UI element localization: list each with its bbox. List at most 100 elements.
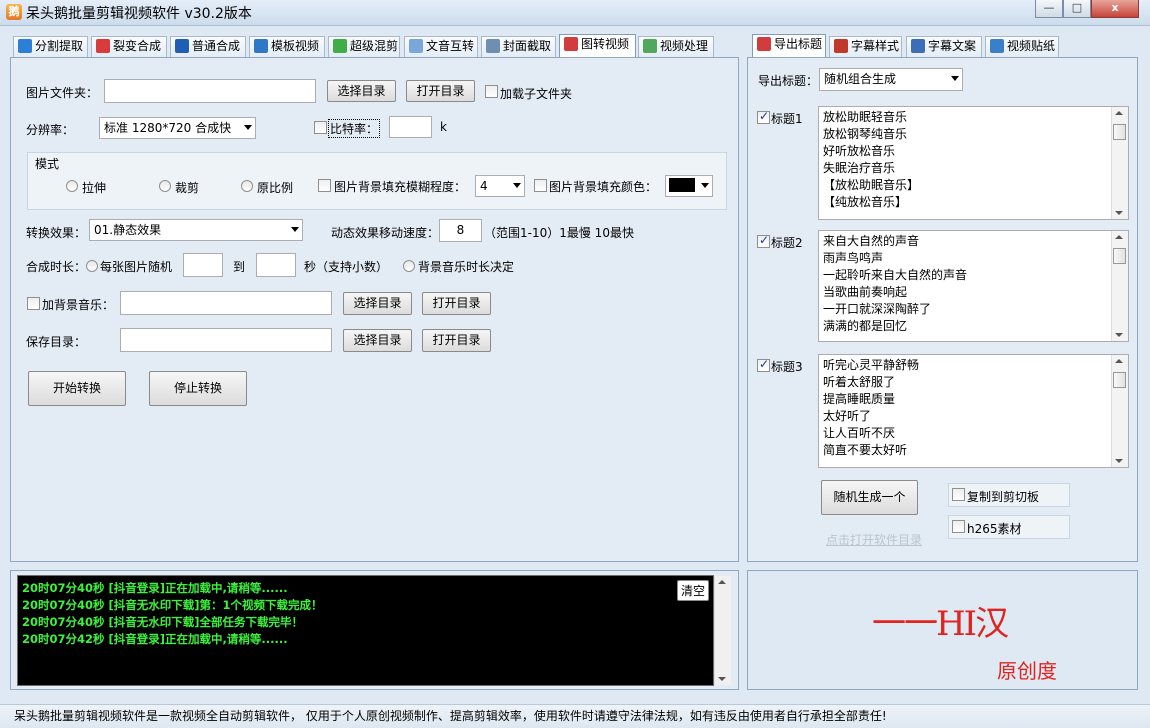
duration-max-input[interactable] — [256, 253, 296, 277]
title1-line: 【放松助眠音乐】 — [823, 178, 920, 192]
h265-checkbox[interactable] — [952, 520, 965, 533]
title-bar: 鹅 呆头鹅批量剪辑视频软件 v30.2版本 — □ x — [0, 0, 1150, 26]
tab-image-to-video[interactable]: 图转视频 — [559, 34, 636, 58]
title3-line: 听着太舒服了 — [823, 375, 896, 389]
minimize-button[interactable]: — — [1035, 0, 1063, 18]
title1-label: 标题1 — [771, 112, 803, 126]
title2-textarea[interactable]: 来自大自然的声音 雨声鸟鸣声 一起聆听来自大自然的声音 当歌曲前奏响起 一开口就… — [818, 230, 1129, 342]
effect-select[interactable]: 01.静态效果 — [89, 219, 303, 241]
duration-random-radio[interactable] — [86, 260, 98, 272]
tab-template-video[interactable]: 模板视频 — [249, 36, 325, 57]
bgm-choose-button[interactable]: 选择目录 — [343, 292, 412, 315]
save-choose-button[interactable]: 选择目录 — [343, 329, 412, 352]
blur-fill-checkbox[interactable] — [318, 179, 331, 192]
clear-log-button[interactable]: 清空 — [677, 580, 709, 601]
bgm-input[interactable] — [120, 291, 332, 315]
log-scrollbar[interactable] — [714, 576, 731, 685]
arrow-up-icon — [1115, 111, 1123, 115]
title1-checkbox[interactable] — [757, 109, 770, 124]
resolution-label: 分辨率： — [26, 123, 75, 137]
brand-originality-text: 原创度 — [997, 659, 1057, 683]
export-mode-select[interactable]: 随机组合生成 — [819, 68, 963, 91]
copy-clipboard-checkbox[interactable] — [952, 488, 965, 501]
arrow-up-icon — [1115, 359, 1123, 363]
export-mode-label: 导出标题： — [758, 74, 819, 88]
open-software-dir-link[interactable]: 点击打开软件目录 — [826, 531, 922, 548]
tab-video-sticker[interactable]: 视频贴纸 — [985, 36, 1059, 57]
fill-color-picker[interactable] — [665, 175, 713, 197]
title3-scrollbar[interactable] — [1111, 355, 1128, 467]
image-icon — [486, 39, 500, 53]
tab-video-process[interactable]: 视频处理 — [638, 36, 714, 57]
scroll-thumb[interactable] — [1113, 124, 1126, 140]
choose-folder-button[interactable]: 选择目录 — [327, 80, 396, 102]
maximize-button[interactable]: □ — [1063, 0, 1091, 18]
video-icon — [18, 39, 32, 53]
scroll-thumb[interactable] — [1113, 248, 1126, 264]
mode-original-label: 原比例 — [257, 181, 294, 195]
tab-text-audio[interactable]: 文音互转 — [404, 36, 478, 57]
arrow-up-icon — [718, 580, 726, 584]
arrow-up-icon — [1115, 235, 1123, 239]
microphone-icon — [409, 39, 423, 53]
open-folder-button[interactable]: 打开目录 — [406, 80, 475, 102]
title2-scrollbar[interactable] — [1111, 231, 1128, 341]
title2-line: 来自大自然的声音 — [823, 234, 920, 248]
blur-fill-label: 图片背景填充模糊程度： — [334, 180, 467, 194]
image-folder-input[interactable] — [104, 79, 316, 103]
duration-random-label: 每张图片随机 — [100, 260, 173, 274]
brand-logo-text: 一一HI汉 — [872, 604, 1009, 644]
bgm-open-button[interactable]: 打开目录 — [422, 292, 491, 315]
title3-line: 听完心灵平静舒畅 — [823, 358, 920, 372]
chevron-down-icon — [244, 125, 252, 130]
fill-color-checkbox[interactable] — [534, 179, 547, 192]
title2-line: 满满的都是回忆 — [823, 319, 908, 333]
duration-min-input[interactable] — [183, 253, 223, 277]
title1-line: 放松钢琴纯音乐 — [823, 127, 908, 141]
sticker-icon — [990, 39, 1004, 53]
stop-convert-button[interactable]: 停止转换 — [149, 371, 247, 406]
color-swatch — [669, 178, 695, 192]
bitrate-checkbox[interactable] — [314, 121, 327, 134]
mode-original-radio[interactable] — [241, 180, 253, 192]
bitrate-input[interactable] — [389, 116, 432, 138]
tab-fission-merge[interactable]: 裂变合成 — [91, 36, 167, 57]
bgm-checkbox[interactable] — [27, 297, 40, 310]
load-subfolders-label: 加载子文件夹 — [500, 87, 573, 101]
tab-subtitle-text[interactable]: 字幕文案 — [906, 36, 982, 57]
title1-line: 【纯放松音乐】 — [823, 195, 908, 209]
title3-checkbox[interactable] — [757, 357, 770, 372]
duration-to-label: 到 — [233, 260, 246, 274]
title1-scrollbar[interactable] — [1111, 107, 1128, 219]
resolution-select[interactable]: 标准 1280*720 合成快 — [99, 117, 256, 139]
speed-hint: （范围1-10）1最慢 10最快 — [484, 226, 634, 240]
duration-bgm-radio[interactable] — [403, 260, 415, 272]
tab-subtitle-style[interactable]: 字幕样式 — [829, 36, 902, 57]
tab-split-extract[interactable]: 分割提取 — [13, 36, 88, 57]
arrow-down-icon — [1115, 333, 1123, 337]
scroll-thumb[interactable] — [1113, 372, 1126, 388]
random-generate-button[interactable]: 随机生成一个 — [821, 480, 918, 515]
fill-color-label: 图片背景填充颜色： — [549, 180, 658, 194]
tab-normal-merge[interactable]: 普通合成 — [170, 36, 246, 57]
save-open-button[interactable]: 打开目录 — [422, 329, 491, 352]
save-dir-input[interactable] — [120, 328, 332, 352]
title1-textarea[interactable]: 放松助眠轻音乐 放松钢琴纯音乐 好听放松音乐 失眠治疗音乐 【放松助眠音乐】 【… — [818, 106, 1129, 220]
tab-export-title[interactable]: 导出标题 — [752, 34, 826, 58]
speed-input[interactable]: 8 — [439, 219, 482, 242]
duration-unit: 秒（支持小数） — [304, 260, 389, 274]
folder-label: 图片文件夹： — [26, 86, 99, 100]
mode-crop-radio[interactable] — [159, 180, 171, 192]
copy-clipboard-label: 复制到剪切板 — [967, 490, 1040, 504]
mode-stretch-radio[interactable] — [66, 180, 78, 192]
title3-textarea[interactable]: 听完心灵平静舒畅 听着太舒服了 提高睡眠质量 太好听了 让人百听不厌 简直不要太… — [818, 354, 1129, 468]
compare-icon — [643, 39, 657, 53]
tab-cover-capture[interactable]: 封面截取 — [481, 36, 556, 57]
status-bar: 呆头鹅批量剪辑视频软件是一款视频全自动剪辑软件， 仅用于个人原创视频制作、提高剪… — [0, 704, 1150, 728]
blur-level-select[interactable]: 4 — [475, 175, 525, 197]
tab-super-mix[interactable]: 超级混剪 — [328, 36, 400, 57]
close-button[interactable]: x — [1091, 0, 1139, 18]
title2-checkbox[interactable] — [757, 233, 770, 248]
start-convert-button[interactable]: 开始转换 — [28, 371, 126, 406]
load-subfolders-checkbox[interactable] — [485, 85, 498, 98]
